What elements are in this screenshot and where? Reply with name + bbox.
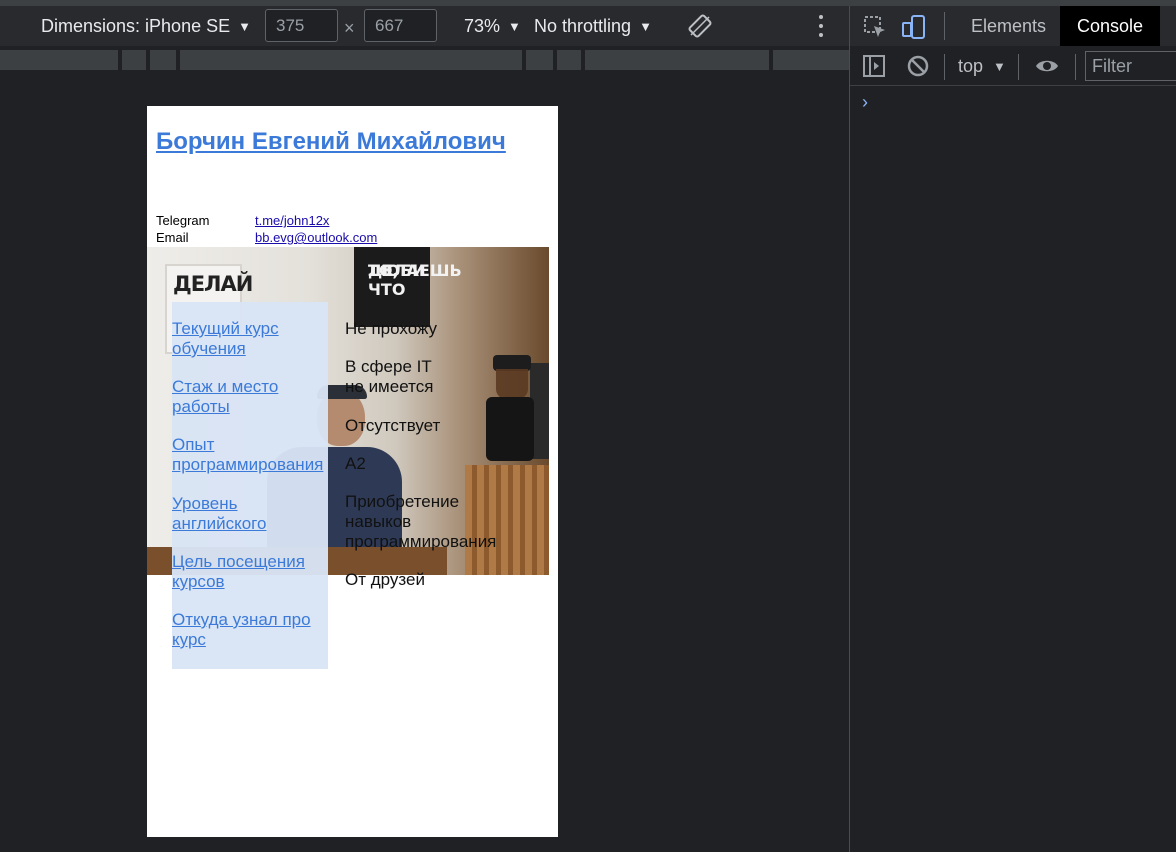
value-current-course: Не прохожу [345, 319, 438, 338]
nav-link-current-course[interactable]: Текущий курс обучения [172, 319, 332, 359]
rotate-icon[interactable] [688, 14, 712, 38]
zoom-value: 73% [464, 15, 501, 36]
value-source: От друзей [345, 570, 425, 589]
context-value: top [958, 55, 984, 76]
emulated-page: Борчин Евгений Михайлович Telegram t.me/… [147, 106, 558, 837]
zoom-select[interactable]: 73% ▼ [464, 6, 521, 46]
throttling-value: No throttling [534, 15, 632, 36]
height-input[interactable]: 667 [364, 9, 437, 42]
device-select[interactable]: Dimensions: iPhone SE ▼ [41, 6, 251, 46]
poster-right: ЛЮБИ ТО, ЧТО ДЕЛАЕШЬ [354, 247, 462, 327]
width-input[interactable]: 375 [265, 9, 338, 42]
media-query-bar[interactable] [0, 46, 849, 74]
value-experience: В сфере IT не имеется [345, 357, 434, 396]
value-programming: Отсутствует [345, 416, 441, 435]
more-options-icon[interactable] [812, 12, 830, 40]
nav-link-source[interactable]: Откуда узнал про курс [172, 610, 332, 650]
console-prompt[interactable]: › [862, 92, 868, 113]
times-symbol: × [344, 18, 355, 38]
nav-link-goal[interactable]: Цель посещения курсов [172, 552, 332, 592]
tab-console[interactable]: Console [1060, 6, 1161, 46]
tab-elements[interactable]: Elements [954, 6, 1063, 46]
nav-link-english[interactable]: Уровень английского [172, 494, 332, 534]
email-link[interactable]: bb.evg@outlook.com [255, 230, 377, 245]
device-select-label: Dimensions: iPhone SE [41, 15, 231, 36]
contact-label-email: Email [156, 230, 189, 245]
value-goal: Приобретение навыков программирования [345, 492, 497, 551]
filter-input[interactable]: Filter [1085, 51, 1176, 81]
page-title-link[interactable]: Борчин Евгений Михайлович [156, 128, 506, 156]
device-toolbar: Dimensions: iPhone SE ▼ 375 × 667 73% ▼ … [0, 6, 849, 46]
device-toggle-icon[interactable] [901, 14, 927, 40]
contact-label-telegram: Telegram [156, 213, 210, 228]
value-english: А2 [345, 454, 366, 473]
nav-link-programming[interactable]: Опыт программирования [172, 435, 332, 475]
context-select[interactable]: top ▼ [958, 46, 1006, 86]
panel-divider[interactable] [849, 6, 850, 852]
inspect-element-icon[interactable] [862, 14, 888, 40]
sidebar-toggle-icon[interactable] [861, 53, 887, 79]
telegram-link[interactable]: t.me/john12x [255, 213, 329, 228]
eye-icon[interactable] [1034, 53, 1060, 79]
console-toolbar: top ▼ Filter [850, 46, 1176, 86]
chevron-down-icon: ▼ [993, 58, 1006, 74]
chevron-down-icon: ▼ [639, 18, 652, 34]
chevron-down-icon: ▼ [238, 18, 251, 34]
chevron-down-icon: ▼ [508, 18, 521, 34]
clear-console-icon[interactable] [905, 53, 931, 79]
throttling-select[interactable]: No throttling ▼ [534, 6, 652, 46]
devtools-tabbar: Elements Console [850, 6, 1176, 46]
nav-link-experience[interactable]: Стаж и место работы [172, 377, 332, 417]
